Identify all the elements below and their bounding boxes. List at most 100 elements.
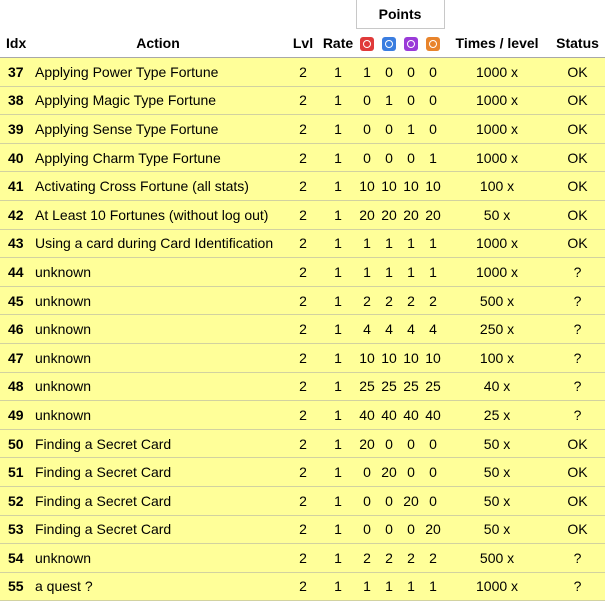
lvl-cell: 2 xyxy=(286,372,320,402)
table-row: 50 Finding a Secret Card 2 1 20 0 0 0 50 x OK xyxy=(0,429,605,459)
rate-cell: 1 xyxy=(320,200,356,230)
table-row: 54 unknown 2 1 2 2 2 2 500 x? xyxy=(0,543,605,573)
idx-cell: 41 xyxy=(0,171,30,201)
lvl-cell: 2 xyxy=(286,572,320,601)
action-cell: Finding a Secret Card xyxy=(30,486,286,516)
table-row: 41 Activating Cross Fortune (all stats) 2 1… xyxy=(0,171,605,201)
power-points-cell: 0 xyxy=(356,486,378,516)
lvl-cell: 2 xyxy=(286,143,320,173)
sense-points-cell: 4 xyxy=(400,314,422,344)
lvl-cell: 2 xyxy=(286,343,320,373)
times-cell: 50 x xyxy=(444,429,551,459)
table-row: 38 Applying Magic Type Fortune 2 1 0 1 0 0 1000 … xyxy=(0,86,605,116)
action-cell: At Least 10 Fortunes (without log out) xyxy=(30,200,286,230)
idx-header: Idx xyxy=(0,28,30,58)
charm-points-cell: 0 xyxy=(422,114,445,144)
sense-points-cell: 1 xyxy=(400,114,422,144)
table-row: 37 Applying Power Type Fortune 2 1 1 0 0 0 1000 … xyxy=(0,57,605,87)
sense-icon xyxy=(404,37,418,52)
status-cell: OK xyxy=(550,486,605,516)
table-row: 51 Finding a Secret Card 2 1 0 20 0 0 50 x OK xyxy=(0,457,605,487)
rate-cell: 1 xyxy=(320,314,356,344)
times-cell: 1000 x xyxy=(444,57,551,87)
lvl-cell: 2 xyxy=(286,486,320,516)
header-blank-left xyxy=(0,0,356,29)
status-cell: OK xyxy=(550,171,605,201)
rate-cell: 1 xyxy=(320,486,356,516)
table-row: 45 unknown 2 1 2 2 2 2 500 x? xyxy=(0,286,605,316)
status-cell: ? xyxy=(550,286,605,316)
status-cell: OK xyxy=(550,457,605,487)
sense-points-cell: 2 xyxy=(400,286,422,316)
times-cell: 1000 x xyxy=(444,114,551,144)
power-points-cell: 0 xyxy=(356,114,378,144)
power-points-cell: 2 xyxy=(356,543,378,573)
charm-points-cell: 1 xyxy=(422,257,445,287)
action-cell: Using a card during Card Identification xyxy=(30,229,286,259)
magic-points-cell: 20 xyxy=(378,200,400,230)
lvl-cell: 2 xyxy=(286,171,320,201)
idx-cell: 54 xyxy=(0,543,30,573)
sense-points-cell: 0 xyxy=(400,515,422,545)
idx-cell: 44 xyxy=(0,257,30,287)
sense-points-cell: 0 xyxy=(400,57,422,87)
idx-cell: 49 xyxy=(0,400,30,430)
rate-cell: 1 xyxy=(320,171,356,201)
action-cell: unknown xyxy=(30,400,286,430)
idx-cell: 46 xyxy=(0,314,30,344)
rate-cell: 1 xyxy=(320,429,356,459)
table-row: 49 unknown 2 1 40 40 40 40 25 x? xyxy=(0,400,605,430)
charm-points-cell: 40 xyxy=(422,400,445,430)
table-row: 46 unknown 2 1 4 4 4 4 250 x? xyxy=(0,314,605,344)
sense-header xyxy=(400,28,422,58)
times-cell: 250 x xyxy=(444,314,551,344)
charm-points-cell: 1 xyxy=(422,572,445,601)
sense-points-cell: 10 xyxy=(400,171,422,201)
action-cell: unknown xyxy=(30,314,286,344)
power-points-cell: 0 xyxy=(356,457,378,487)
times-cell: 50 x xyxy=(444,515,551,545)
power-points-cell: 0 xyxy=(356,86,378,116)
rate-cell: 1 xyxy=(320,543,356,573)
table-row: 52 Finding a Secret Card 2 1 0 0 20 0 50 x OK xyxy=(0,486,605,516)
magic-points-cell: 1 xyxy=(378,86,400,116)
lvl-cell: 2 xyxy=(286,457,320,487)
lvl-cell: 2 xyxy=(286,515,320,545)
charm-points-cell: 20 xyxy=(422,515,445,545)
idx-cell: 52 xyxy=(0,486,30,516)
action-cell: unknown xyxy=(30,257,286,287)
sense-points-cell: 0 xyxy=(400,143,422,173)
rate-cell: 1 xyxy=(320,257,356,287)
status-cell: OK xyxy=(550,200,605,230)
idx-cell: 39 xyxy=(0,114,30,144)
idx-cell: 42 xyxy=(0,200,30,230)
rate-cell: 1 xyxy=(320,343,356,373)
lvl-cell: 2 xyxy=(286,200,320,230)
header-blank-right xyxy=(443,0,605,29)
status-cell: ? xyxy=(550,257,605,287)
table-row: 53 Finding a Secret Card 2 1 0 0 0 20 50 x OK xyxy=(0,515,605,545)
rate-cell: 1 xyxy=(320,572,356,601)
times-cell: 500 x xyxy=(444,286,551,316)
rate-cell: 1 xyxy=(320,114,356,144)
magic-points-cell: 2 xyxy=(378,543,400,573)
sense-points-cell: 1 xyxy=(400,572,422,601)
times-cell: 40 x xyxy=(444,372,551,402)
charm-points-cell: 0 xyxy=(422,486,445,516)
charm-points-cell: 1 xyxy=(422,143,445,173)
lvl-cell: 2 xyxy=(286,257,320,287)
status-cell: OK xyxy=(550,515,605,545)
rate-cell: 1 xyxy=(320,286,356,316)
sense-points-cell: 40 xyxy=(400,400,422,430)
lvl-cell: 2 xyxy=(286,57,320,87)
times-cell: 50 x xyxy=(444,200,551,230)
action-cell: unknown xyxy=(30,343,286,373)
times-cell: 1000 x xyxy=(444,229,551,259)
times-header: Times / level xyxy=(444,28,551,58)
rate-cell: 1 xyxy=(320,372,356,402)
lvl-cell: 2 xyxy=(286,114,320,144)
charm-points-cell: 0 xyxy=(422,86,445,116)
magic-points-cell: 20 xyxy=(378,457,400,487)
magic-icon xyxy=(382,37,396,52)
table-row: 44 unknown 2 1 1 1 1 1 1000 x? xyxy=(0,257,605,287)
